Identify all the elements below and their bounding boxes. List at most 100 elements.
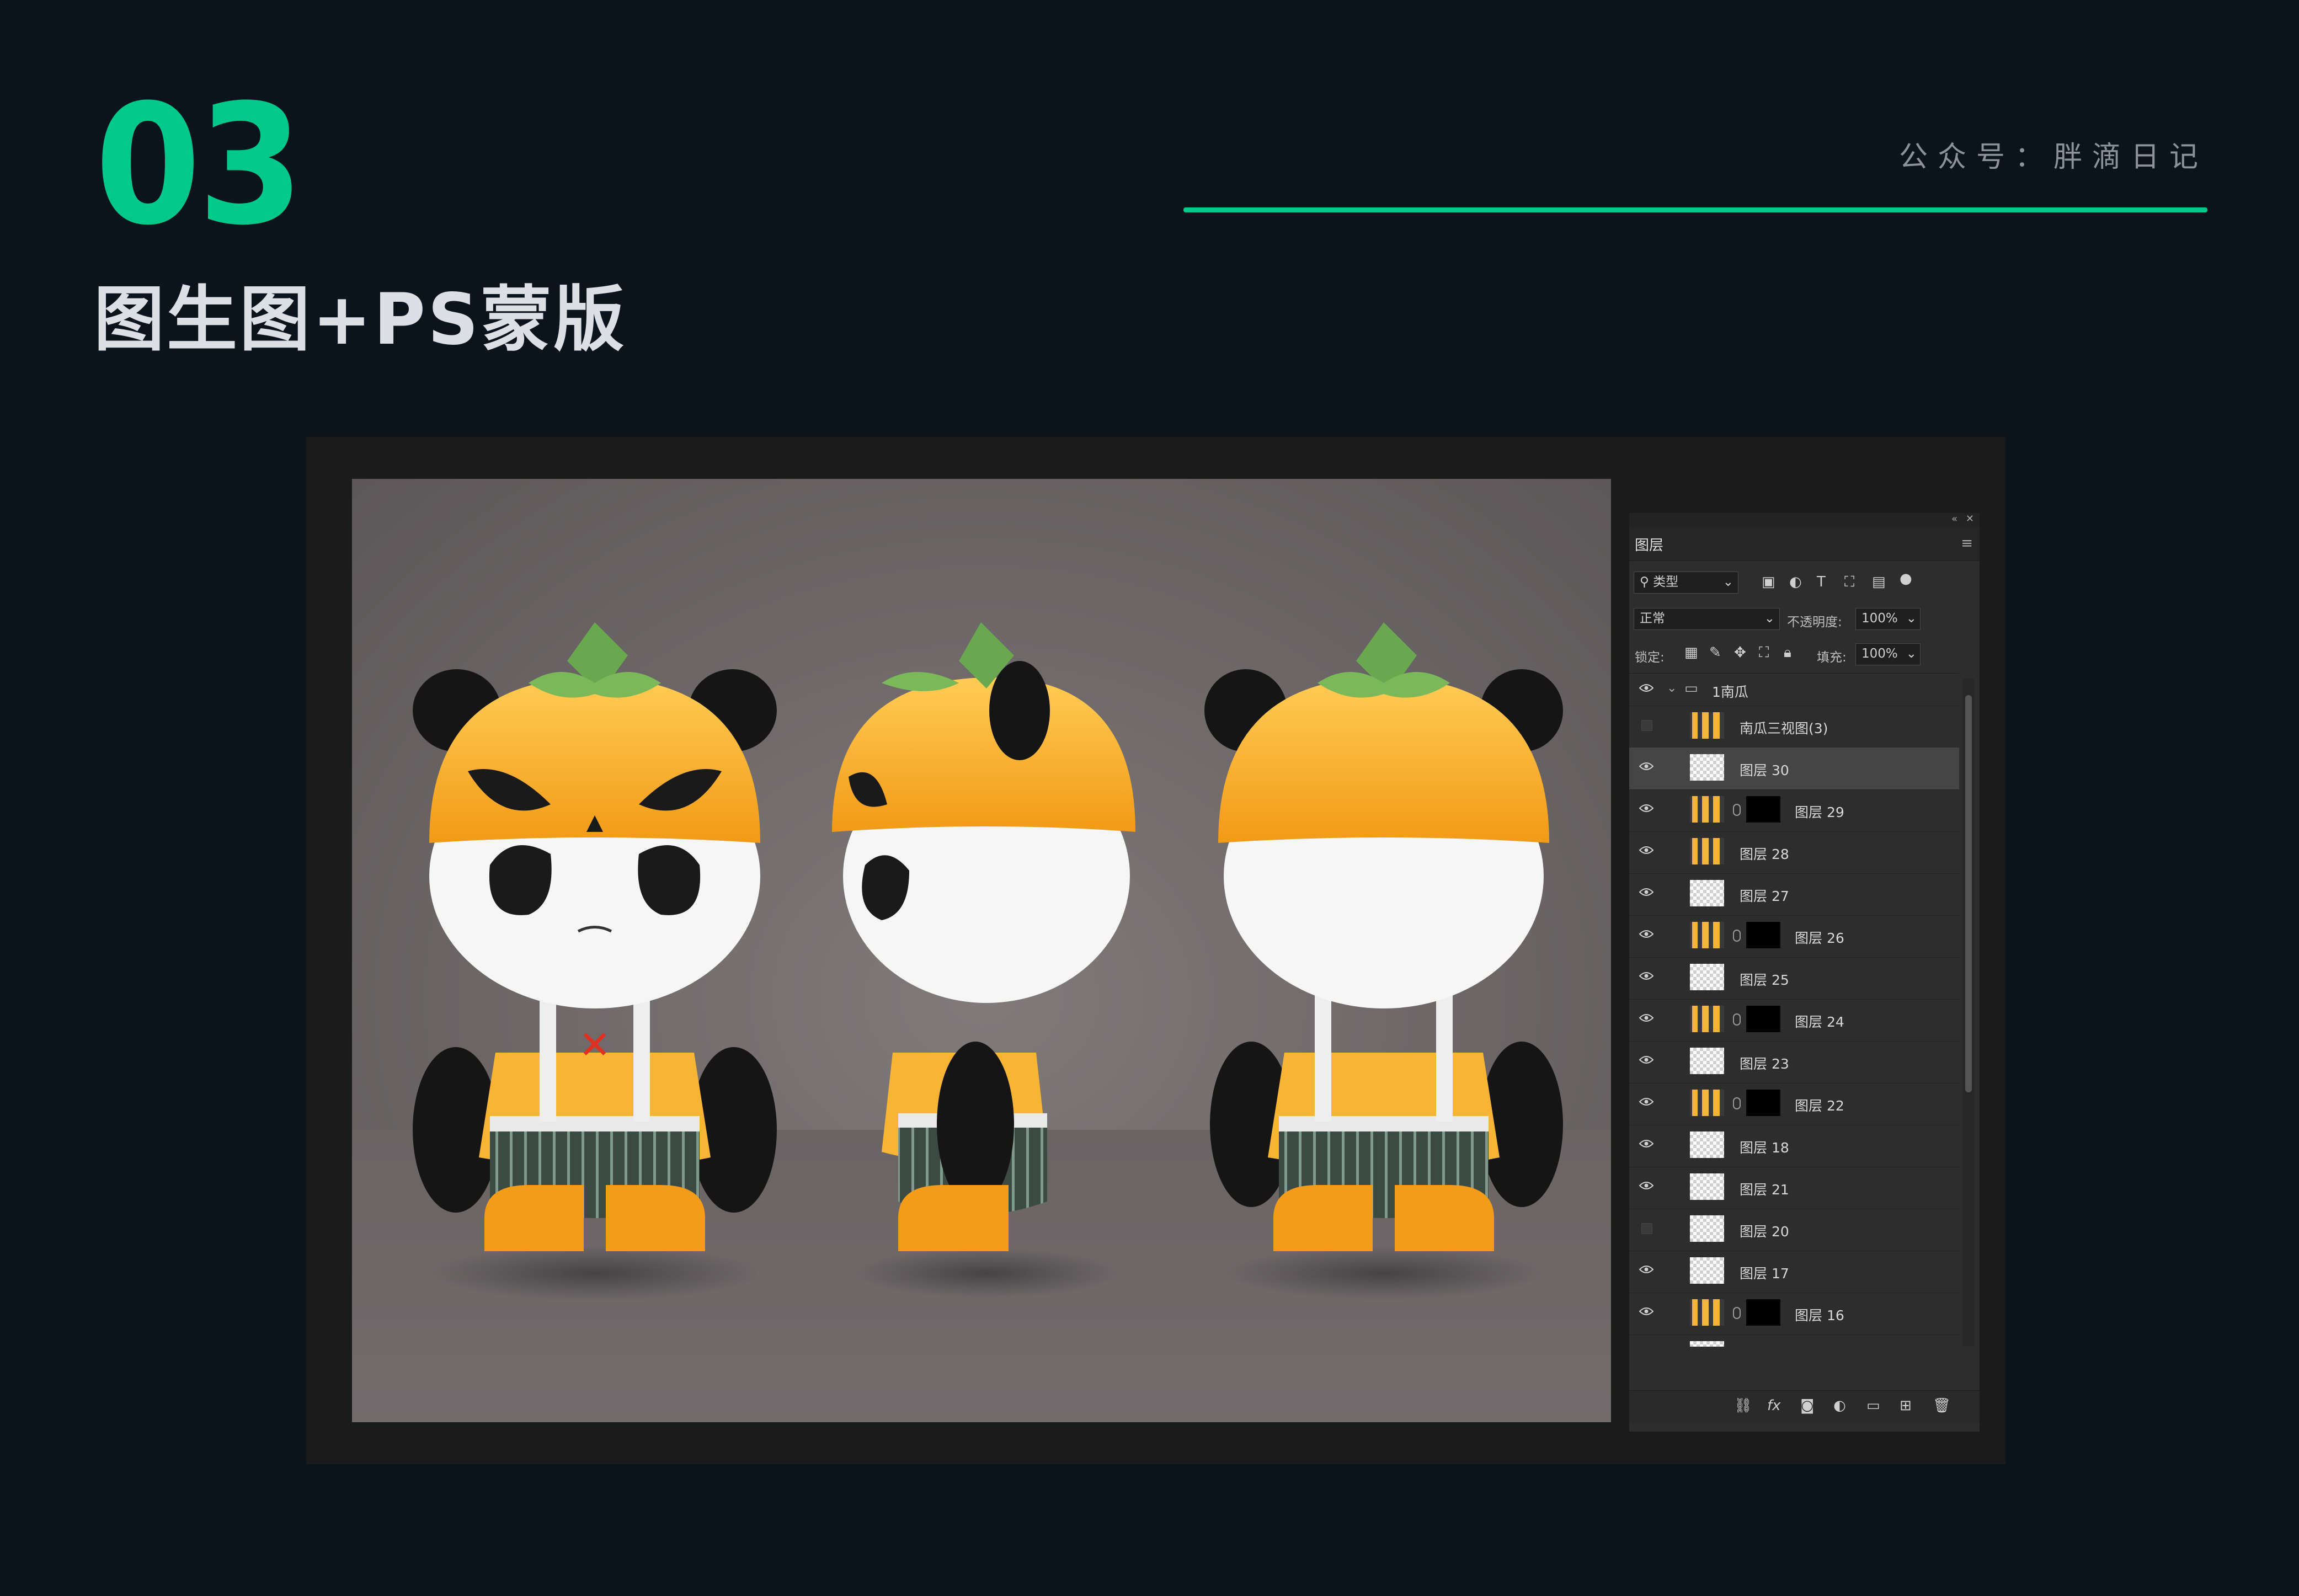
lock-artboard-icon[interactable]: ⛶	[1759, 644, 1769, 661]
layer-row[interactable]: 图层 29	[1629, 789, 1959, 832]
layer-row[interactable]: 图层 15	[1629, 1335, 1959, 1347]
layer-thumbnail	[1690, 1173, 1724, 1200]
visibility-toggle[interactable]	[1641, 720, 1652, 731]
layer-mask-thumbnail[interactable]	[1746, 1299, 1780, 1326]
panda-back-view	[1204, 622, 1563, 1300]
filter-toggle-icon[interactable]: ●	[1900, 570, 1912, 587]
eye-icon[interactable]	[1639, 1265, 1653, 1274]
fill-value: 100%	[1861, 647, 1898, 661]
layer-thumbnail	[1690, 880, 1724, 906]
eye-icon[interactable]	[1639, 762, 1653, 771]
eye-icon[interactable]	[1639, 1055, 1653, 1064]
chevron-down-icon: ⌄	[1722, 575, 1733, 589]
link-icon[interactable]: ⛓	[1734, 1397, 1752, 1414]
svg-text:✕: ✕	[579, 1022, 611, 1067]
link-icon[interactable]	[1733, 930, 1741, 942]
layer-row[interactable]: 图层 23	[1629, 1041, 1959, 1083]
layer-mask-thumbnail[interactable]	[1746, 922, 1780, 948]
eye-icon[interactable]	[1639, 804, 1653, 813]
layer-row[interactable]: 图层 30	[1629, 748, 1959, 790]
lock-position-icon[interactable]: ✥	[1734, 644, 1746, 661]
eye-icon[interactable]	[1639, 1181, 1653, 1190]
layer-name: 图层 18	[1740, 1140, 1789, 1156]
layer-thumbnail	[1690, 964, 1724, 990]
layer-row[interactable]: 图层 22	[1629, 1083, 1959, 1125]
layer-thumbnail	[1690, 754, 1724, 781]
folder-icon[interactable]: ▭	[1866, 1397, 1880, 1414]
visibility-toggle[interactable]	[1641, 1223, 1652, 1234]
new-layer-icon[interactable]: ⊞	[1900, 1397, 1912, 1414]
eye-icon[interactable]	[1639, 930, 1653, 938]
layer-mask-thumbnail[interactable]	[1746, 1006, 1780, 1032]
adjustment-filter-icon[interactable]: ◐	[1789, 574, 1802, 590]
scrollbar-thumb[interactable]	[1965, 695, 1972, 1092]
filter-kind-dropdown[interactable]: ⚲ 类型 ⌄	[1634, 572, 1738, 594]
eye-icon[interactable]	[1639, 972, 1653, 980]
layer-name: 图层 26	[1795, 930, 1844, 946]
layer-thumbnail	[1690, 1299, 1724, 1326]
layer-thumbnail	[1690, 838, 1724, 864]
layer-thumbnail	[1690, 1215, 1724, 1242]
link-icon[interactable]	[1733, 1013, 1741, 1026]
eye-icon[interactable]	[1639, 846, 1653, 855]
collapse-icon[interactable]: «	[1951, 513, 1957, 525]
eye-icon[interactable]	[1639, 684, 1653, 692]
layer-thumbnail	[1690, 1341, 1724, 1347]
adjustment-icon[interactable]: ◐	[1833, 1397, 1846, 1414]
layer-row[interactable]: 图层 24	[1629, 999, 1959, 1042]
opacity-field[interactable]: 100% ⌄	[1855, 608, 1921, 630]
layer-row[interactable]: 图层 21	[1629, 1167, 1959, 1209]
layer-row[interactable]: 图层 26	[1629, 915, 1959, 958]
tab-layers[interactable]: 图层	[1635, 534, 1663, 554]
trash-icon[interactable]: 🗑︎	[1933, 1397, 1951, 1414]
layer-scrollbar[interactable]	[1962, 679, 1975, 1346]
chevron-down-icon[interactable]: ⌄	[1667, 681, 1677, 695]
type-filter-icon[interactable]: T	[1817, 574, 1826, 590]
layer-row[interactable]: 图层 16	[1629, 1293, 1959, 1335]
layer-row[interactable]: 图层 25	[1629, 957, 1959, 1000]
link-icon[interactable]	[1733, 1097, 1741, 1109]
layer-row[interactable]: 图层 28	[1629, 831, 1959, 874]
shape-filter-icon[interactable]: ⛶	[1844, 574, 1854, 591]
pumpkin-panda-illustration: ✕	[413, 622, 1563, 1301]
layer-row[interactable]: 图层 27	[1629, 873, 1959, 916]
pixel-filter-icon[interactable]: ▣	[1762, 574, 1775, 590]
smartobject-filter-icon[interactable]: ▤	[1872, 574, 1886, 590]
link-icon[interactable]	[1733, 1307, 1741, 1319]
layer-row[interactable]: 图层 17	[1629, 1251, 1959, 1293]
layer-name: 图层 30	[1740, 762, 1789, 778]
close-icon[interactable]: ✕	[1966, 513, 1974, 525]
fx-icon[interactable]: fx	[1767, 1397, 1781, 1414]
lock-paint-icon[interactable]: ✎	[1709, 644, 1721, 661]
mask-icon[interactable]: ◙	[1800, 1397, 1814, 1414]
layer-row[interactable]: 图层 18	[1629, 1125, 1959, 1167]
eye-icon[interactable]	[1639, 1013, 1653, 1022]
layer-name: 图层 27	[1740, 888, 1789, 904]
layer-mask-thumbnail[interactable]	[1746, 1090, 1780, 1116]
lock-transparency-icon[interactable]: ▦	[1684, 644, 1698, 661]
document-canvas[interactable]: ✕	[352, 479, 1611, 1422]
eye-icon[interactable]	[1639, 1139, 1653, 1148]
filter-kind-label: 类型	[1653, 575, 1679, 589]
layer-name: 图层 29	[1795, 804, 1844, 820]
layer-name: 图层 23	[1740, 1056, 1789, 1072]
blend-mode-dropdown[interactable]: 正常 ⌄	[1634, 608, 1780, 630]
fill-field[interactable]: 100% ⌄	[1855, 643, 1921, 665]
layer-name: 图层 28	[1740, 846, 1789, 862]
eye-icon[interactable]	[1639, 1307, 1653, 1316]
lock-all-icon[interactable]: 🔒︎	[1784, 644, 1791, 661]
link-icon[interactable]	[1733, 804, 1741, 816]
account-label: 公众号：胖滴日记	[1898, 141, 2208, 174]
layer-name: 图层 24	[1795, 1014, 1844, 1030]
layer-mask-thumbnail[interactable]	[1746, 796, 1780, 823]
layer-name: 图层 20	[1740, 1224, 1789, 1240]
layer-row[interactable]: 图层 20	[1629, 1209, 1959, 1251]
panel-menu-icon[interactable]: ≡	[1961, 535, 1973, 552]
eye-icon[interactable]	[1639, 888, 1653, 896]
layer-group-row[interactable]: ⌄ ▭ 1南瓜	[1629, 674, 1959, 706]
blend-mode-value: 正常	[1640, 611, 1665, 626]
eye-icon[interactable]	[1639, 1097, 1653, 1106]
layer-row[interactable]: 南瓜三视图(3)	[1629, 706, 1959, 748]
layer-name: 图层 22	[1795, 1098, 1844, 1114]
panel-topbar: « ✕	[1629, 513, 1980, 527]
